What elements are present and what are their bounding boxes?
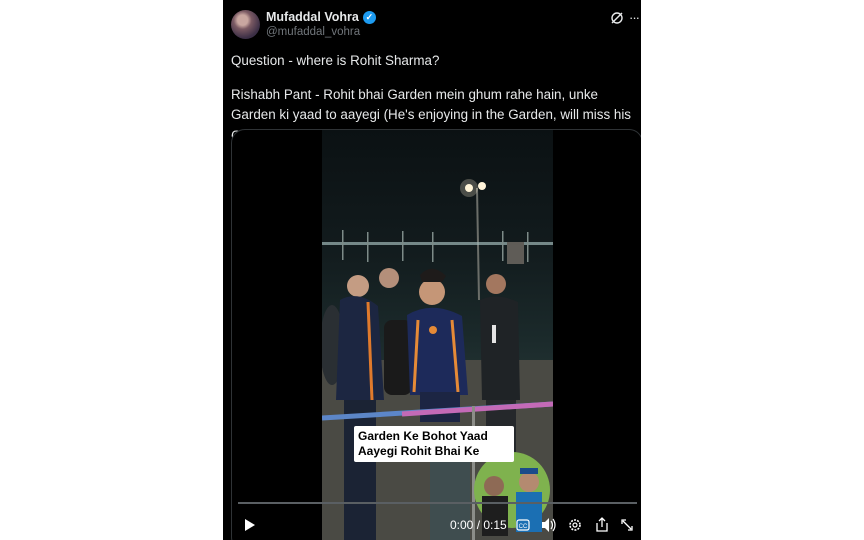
video-scene bbox=[322, 179, 553, 540]
verified-badge-icon: ✓ bbox=[362, 10, 376, 24]
svg-text:CC: CC bbox=[519, 524, 528, 530]
tweet-line-question: Question - where is Rohit Sharma? bbox=[231, 53, 440, 68]
video-player[interactable]: Garden Ke Bohot Yaad Aayegi Rohit Bhai K… bbox=[231, 129, 641, 540]
author-name-row: Mufaddal Vohra ✓ bbox=[266, 10, 376, 24]
caption-line-1: Garden Ke Bohot Yaad bbox=[358, 429, 488, 443]
author-display-name[interactable]: Mufaddal Vohra bbox=[266, 10, 359, 24]
tweet-card: Mufaddal Vohra ✓ @mufaddal_vohra ··· Que… bbox=[223, 0, 641, 540]
share-icon[interactable] bbox=[595, 510, 609, 540]
gear-icon[interactable] bbox=[568, 510, 582, 540]
fullscreen-icon[interactable] bbox=[620, 510, 634, 540]
author-handle[interactable]: @mufaddal_vohra bbox=[266, 26, 360, 38]
caption-line-2: Aayegi Rohit Bhai Ke bbox=[358, 444, 480, 458]
avatar[interactable] bbox=[231, 10, 260, 39]
play-icon[interactable] bbox=[244, 510, 256, 540]
more-icon[interactable]: ··· bbox=[629, 10, 640, 25]
video-time: 0:00 / 0:15 bbox=[450, 518, 507, 532]
video-controls: 0:00 / 0:15 CC bbox=[232, 510, 641, 540]
video-frame[interactable] bbox=[322, 130, 553, 540]
grok-icon[interactable] bbox=[610, 11, 624, 25]
cc-icon[interactable]: CC bbox=[516, 510, 530, 540]
video-caption: Garden Ke Bohot Yaad Aayegi Rohit Bhai K… bbox=[354, 426, 514, 462]
video-progress-bar[interactable] bbox=[238, 502, 637, 504]
volume-icon[interactable] bbox=[541, 510, 557, 540]
